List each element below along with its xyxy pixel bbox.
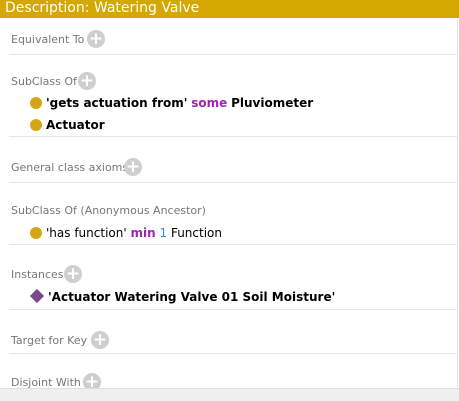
divider	[9, 244, 457, 245]
axiom-keyword: some	[191, 96, 228, 110]
axiom-number: 1	[159, 226, 168, 240]
add-general-class-axiom-button[interactable]: +	[124, 158, 142, 176]
add-equivalent-to-button[interactable]: +	[87, 30, 105, 48]
subclass-axiom-row[interactable]: Actuator	[30, 117, 105, 133]
axiom-keyword: min	[130, 226, 156, 240]
section-general-class-axioms-label: General class axioms	[11, 161, 129, 174]
axiom-property: 'gets actuation from'	[46, 96, 188, 110]
description-panel: Equivalent To + SubClass Of + 'gets actu…	[0, 18, 458, 388]
section-target-for-key-label: Target for Key	[11, 334, 88, 347]
divider	[9, 353, 457, 354]
axiom-filler: Function	[170, 226, 222, 240]
class-dot-icon	[30, 97, 42, 109]
add-disjoint-with-button[interactable]: +	[83, 373, 101, 388]
section-equivalent-to-label: Equivalent To	[11, 33, 85, 46]
section-subclass-anonymous-label: SubClass Of (Anonymous Ancestor)	[11, 204, 206, 217]
axiom-filler: Pluviometer	[231, 96, 314, 110]
individual-diamond-icon	[29, 288, 45, 304]
class-dot-icon	[30, 119, 42, 131]
divider	[9, 136, 457, 137]
instance-name: 'Actuator Watering Valve 01 Soil Moistur…	[48, 290, 336, 304]
instance-row[interactable]: 'Actuator Watering Valve 01 Soil Moistur…	[29, 288, 336, 305]
view-title: Description: Watering Valve	[0, 0, 459, 18]
class-dot-icon	[30, 227, 42, 239]
axiom-class: Actuator	[46, 118, 105, 132]
divider	[9, 309, 457, 310]
divider	[9, 54, 457, 55]
horizontal-scrollbar[interactable]	[0, 388, 459, 401]
add-subclass-of-button[interactable]: +	[78, 72, 96, 90]
anonymous-axiom-row[interactable]: 'has function' min 1 Function	[30, 225, 222, 241]
axiom-property: 'has function'	[46, 226, 127, 240]
divider	[9, 182, 457, 183]
section-subclass-of-label: SubClass Of	[11, 75, 77, 88]
add-target-for-key-button[interactable]: +	[91, 331, 109, 349]
subclass-axiom-row[interactable]: 'gets actuation from' some Pluviometer	[30, 95, 313, 111]
section-instances-label: Instances	[11, 268, 64, 281]
section-disjoint-with-label: Disjoint With	[11, 376, 81, 388]
add-instance-button[interactable]: +	[64, 265, 82, 283]
